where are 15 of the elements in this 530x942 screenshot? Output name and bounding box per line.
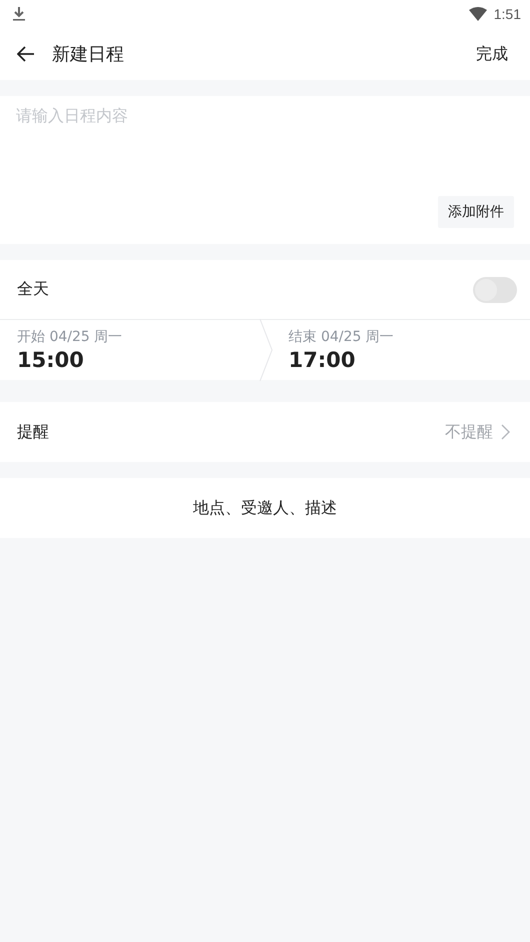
more-options-link[interactable]: 地点、受邀人、描述 — [193, 498, 337, 518]
all-day-toggle[interactable] — [473, 276, 517, 302]
download-icon — [13, 7, 25, 21]
start-time-picker[interactable]: 开始 04/25 周一 15:00 — [17, 320, 258, 380]
done-button[interactable]: 完成 — [476, 44, 508, 64]
reminder-row[interactable]: 提醒 不提醒 — [0, 402, 530, 462]
content-field[interactable]: 请输入日程内容 — [0, 96, 530, 196]
end-time-picker[interactable]: 结束 04/25 周一 17:00 — [272, 320, 530, 380]
attach-button[interactable]: 添加附件 — [438, 196, 514, 228]
wifi-icon — [468, 7, 487, 21]
back-icon[interactable] — [17, 46, 35, 62]
page-title: 新建日程 — [52, 43, 125, 66]
status-time: 1:51 — [494, 6, 521, 22]
chevron-right-icon — [501, 424, 510, 440]
all-day-label: 全天 — [17, 279, 50, 300]
